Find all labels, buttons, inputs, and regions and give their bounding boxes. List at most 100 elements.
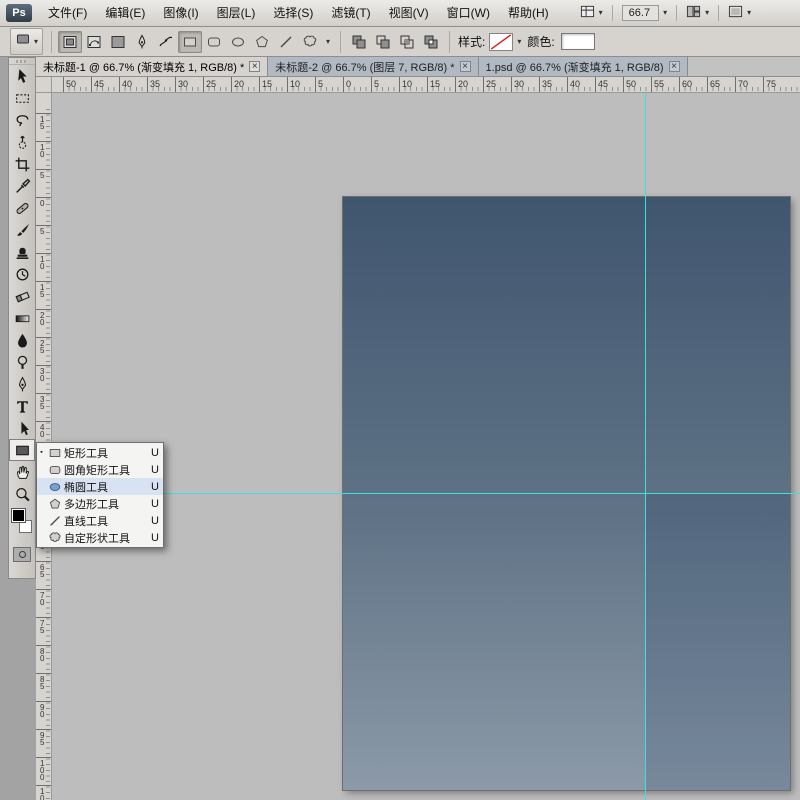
ruler-corner — [36, 77, 52, 93]
ruler-number: 20 — [234, 79, 244, 89]
menu-window[interactable]: 窗口(W) — [438, 0, 499, 26]
rectangle-button[interactable] — [178, 31, 202, 53]
dodge-tool[interactable] — [9, 351, 35, 373]
document-tab[interactable]: 1.psd @ 66.7% (渐变填充 1, RGB/8)× — [479, 57, 688, 76]
ruler-tick — [147, 77, 148, 92]
ruler-number: 100 — [40, 760, 44, 781]
menu-help[interactable]: 帮助(H) — [499, 0, 558, 26]
menu-image[interactable]: 图像(I) — [154, 0, 207, 26]
polygon-button[interactable] — [250, 31, 274, 53]
tab-close-icon[interactable]: × — [460, 61, 471, 72]
fill-pixels-button[interactable] — [106, 31, 130, 53]
flyout-item-shortcut: U — [147, 447, 159, 459]
exclude-shape-button[interactable] — [419, 31, 443, 53]
flyout-item-shortcut: U — [147, 464, 159, 476]
style-label: 样式: — [458, 33, 485, 50]
line-button[interactable] — [274, 31, 298, 53]
panel-grip[interactable] — [9, 58, 35, 65]
quick-selection-tool[interactable] — [9, 131, 35, 153]
brush-tool[interactable] — [9, 219, 35, 241]
gradient-tool[interactable] — [9, 307, 35, 329]
pen-button[interactable] — [130, 31, 154, 53]
flyout-item-ellipse[interactable]: 椭圆工具U — [37, 478, 163, 495]
vertical-guide[interactable] — [645, 93, 646, 800]
flyout-item-label: 椭圆工具 — [64, 479, 147, 495]
menu-layer[interactable]: 图层(L) — [208, 0, 265, 26]
screen-mode-button[interactable]: ▾ — [722, 2, 757, 24]
zoom-tool[interactable] — [9, 483, 35, 505]
canvas-area[interactable] — [52, 93, 800, 800]
ruler-tick — [36, 617, 51, 618]
menu-select[interactable]: 选择(S) — [264, 0, 322, 26]
flyout-item-label: 矩形工具 — [64, 445, 147, 461]
healing-brush-tool[interactable] — [9, 197, 35, 219]
pen-tool[interactable] — [9, 373, 35, 395]
options-bar: ▾ ▾ 样式: ▾ 颜色: — [0, 27, 800, 57]
style-picker[interactable] — [489, 33, 513, 51]
ruler-tick — [36, 673, 51, 674]
screen-mode-icon — [728, 4, 743, 22]
document-tab[interactable]: 未标题-1 @ 66.7% (渐变填充 1, RGB/8) *× — [36, 57, 268, 76]
ruler-number: 5 — [374, 79, 379, 89]
chevron-down-icon: ▾ — [326, 38, 330, 46]
foreground-color-swatch[interactable] — [12, 509, 25, 522]
ruler-number: 30 — [178, 79, 188, 89]
crop-tool[interactable] — [9, 153, 35, 175]
clone-stamp-tool[interactable] — [9, 241, 35, 263]
ruler-number: 5 — [40, 172, 44, 179]
tab-close-icon[interactable]: × — [249, 61, 260, 72]
rounded-rectangle-button[interactable] — [202, 31, 226, 53]
document-tab[interactable]: 未标题-2 @ 66.7% (图层 7, RGB/8) *× — [268, 57, 478, 76]
flyout-item-rounded-rectangle[interactable]: 圆角矩形工具U — [37, 461, 163, 478]
horizontal-guide[interactable] — [52, 493, 800, 494]
menu-file[interactable]: 文件(F) — [39, 0, 96, 26]
menu-view[interactable]: 视图(V) — [380, 0, 438, 26]
shape-color-swatch[interactable] — [561, 33, 595, 50]
quick-mask-button[interactable] — [13, 547, 31, 562]
tool-preset-dropdown[interactable]: ▾ — [10, 28, 43, 55]
view-extras-icon — [580, 4, 595, 22]
eyedropper-tool[interactable] — [9, 175, 35, 197]
ruler-number: 75 — [766, 79, 776, 89]
flyout-item-line[interactable]: 直线工具U — [37, 512, 163, 529]
move-tool[interactable] — [9, 65, 35, 87]
eraser-tool[interactable] — [9, 285, 35, 307]
ruler-number: 30 — [514, 79, 524, 89]
rectangle-tool[interactable] — [9, 439, 35, 461]
arrange-documents-button[interactable]: ▾ — [680, 2, 715, 24]
menu-edit[interactable]: 编辑(E) — [96, 0, 154, 26]
history-brush-tool[interactable] — [9, 263, 35, 285]
ellipse-button[interactable] — [226, 31, 250, 53]
ruler-number: 40 — [122, 79, 132, 89]
subtract-from-shape-button[interactable] — [371, 31, 395, 53]
view-extras-button[interactable]: ▾ — [574, 2, 609, 24]
horizontal-ruler[interactable]: 5045403530252015105051015202530354045505… — [52, 77, 800, 93]
lasso-tool[interactable] — [9, 109, 35, 131]
ruler-tick — [623, 77, 624, 92]
rectangular-marquee-tool[interactable] — [9, 87, 35, 109]
flyout-item-rectangle[interactable]: ▪矩形工具U — [37, 444, 163, 461]
intersect-shape-button[interactable] — [395, 31, 419, 53]
tab-close-icon[interactable]: × — [669, 61, 680, 72]
type-tool[interactable] — [9, 395, 35, 417]
add-to-shape-button[interactable] — [347, 31, 371, 53]
zoom-level-dropdown[interactable]: 66.7 ▾ — [616, 3, 673, 23]
shape-layers-button[interactable] — [58, 31, 82, 53]
custom-shape-button[interactable] — [298, 31, 322, 53]
arrange-documents-icon — [686, 4, 701, 22]
zoom-level-value[interactable]: 66.7 — [622, 5, 659, 21]
flyout-item-shortcut: U — [147, 532, 159, 544]
freeform-pen-button[interactable] — [154, 31, 178, 53]
flyout-item-custom-shape[interactable]: 自定形状工具U — [37, 529, 163, 546]
hand-tool[interactable] — [9, 461, 35, 483]
paths-button[interactable] — [82, 31, 106, 53]
path-selection-tool[interactable] — [9, 417, 35, 439]
flyout-item-label: 直线工具 — [64, 513, 147, 529]
menu-filter[interactable]: 滤镜(T) — [322, 0, 379, 26]
ruler-number: 85 — [40, 676, 44, 690]
ruler-number: 70 — [40, 592, 44, 606]
blur-tool[interactable] — [9, 329, 35, 351]
flyout-item-polygon[interactable]: 多边形工具U — [37, 495, 163, 512]
quick-mask-icon — [19, 551, 26, 558]
ruler-tick — [483, 77, 484, 92]
